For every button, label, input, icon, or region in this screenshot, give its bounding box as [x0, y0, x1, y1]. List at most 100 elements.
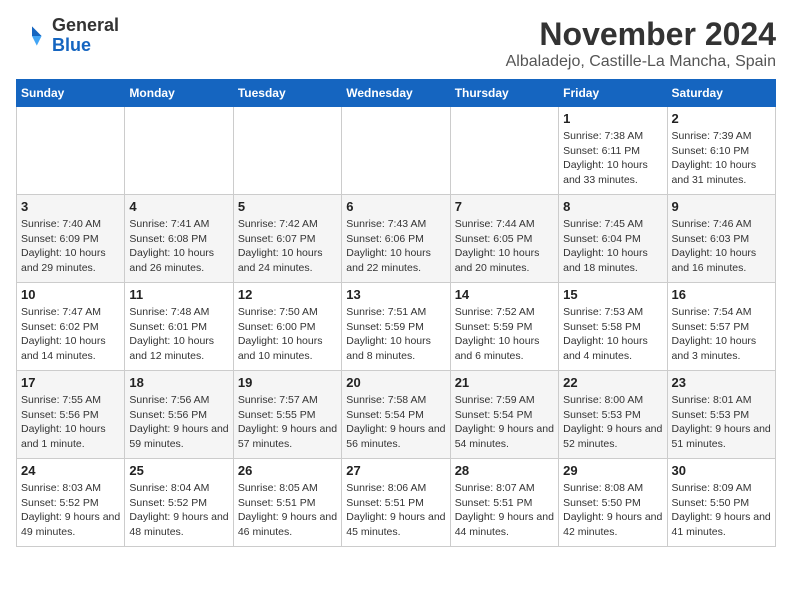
logo-text: General Blue [52, 16, 119, 56]
day-number: 15 [563, 287, 662, 302]
day-number: 26 [238, 463, 337, 478]
calendar-table: SundayMondayTuesdayWednesdayThursdayFrid… [16, 79, 776, 547]
calendar-cell: 4 Sunrise: 7:41 AM Sunset: 6:08 PM Daylig… [125, 195, 233, 283]
calendar-cell: 21 Sunrise: 7:59 AM Sunset: 5:54 PM Dayli… [450, 371, 558, 459]
calendar-cell: 1 Sunrise: 7:38 AM Sunset: 6:11 PM Daylig… [559, 107, 667, 195]
day-number: 19 [238, 375, 337, 390]
day-number: 29 [563, 463, 662, 478]
day-number: 12 [238, 287, 337, 302]
day-info: Sunrise: 7:51 AM Sunset: 5:59 PM Dayligh… [346, 305, 445, 364]
day-info: Sunrise: 7:41 AM Sunset: 6:08 PM Dayligh… [129, 217, 228, 276]
calendar-cell: 12Sunrise: 7:50 AM Sunset: 6:00 PM Dayli… [233, 283, 341, 371]
calendar-cell [17, 107, 125, 195]
day-of-week-header: Tuesday [233, 80, 341, 107]
month-year: November 2024 [506, 16, 776, 53]
calendar-cell: 27 Sunrise: 8:06 AM Sunset: 5:51 PM Dayli… [342, 459, 450, 547]
day-info: Sunrise: 7:44 AM Sunset: 6:05 PM Dayligh… [455, 217, 554, 276]
day-number: 9 [672, 199, 771, 214]
day-number: 11 [129, 287, 228, 302]
day-number: 28 [455, 463, 554, 478]
day-number: 18 [129, 375, 228, 390]
calendar-cell: 15 Sunrise: 7:53 AM Sunset: 5:58 PM Dayli… [559, 283, 667, 371]
title-block: November 2024 Albaladejo, Castille-La Ma… [506, 16, 776, 71]
day-info: Sunrise: 7:38 AM Sunset: 6:11 PM Dayligh… [563, 129, 662, 188]
calendar-cell: 23 Sunrise: 8:01 AM Sunset: 5:53 PM Dayli… [667, 371, 775, 459]
day-number: 4 [129, 199, 228, 214]
day-info: Sunrise: 8:06 AM Sunset: 5:51 PM Dayligh… [346, 481, 445, 540]
day-number: 6 [346, 199, 445, 214]
day-number: 21 [455, 375, 554, 390]
logo-icon [16, 20, 48, 52]
day-info: Sunrise: 7:58 AM Sunset: 5:54 PM Dayligh… [346, 393, 445, 452]
calendar-cell: 13 Sunrise: 7:51 AM Sunset: 5:59 PM Dayli… [342, 283, 450, 371]
day-info: Sunrise: 7:54 AM Sunset: 5:57 PM Dayligh… [672, 305, 771, 364]
calendar-cell: 26Sunrise: 8:05 AM Sunset: 5:51 PM Dayli… [233, 459, 341, 547]
day-info: Sunrise: 7:55 AM Sunset: 5:56 PM Dayligh… [21, 393, 120, 452]
day-info: Sunrise: 8:04 AM Sunset: 5:52 PM Dayligh… [129, 481, 228, 540]
calendar-cell: 5 Sunrise: 7:42 AM Sunset: 6:07 PM Daylig… [233, 195, 341, 283]
day-number: 14 [455, 287, 554, 302]
calendar-cell [125, 107, 233, 195]
calendar-cell: 28 Sunrise: 8:07 AM Sunset: 5:51 PM Dayli… [450, 459, 558, 547]
calendar-header-row: SundayMondayTuesdayWednesdayThursdayFrid… [17, 80, 776, 107]
day-number: 23 [672, 375, 771, 390]
calendar-cell: 16 Sunrise: 7:54 AM Sunset: 5:57 PM Dayli… [667, 283, 775, 371]
day-info: Sunrise: 8:01 AM Sunset: 5:53 PM Dayligh… [672, 393, 771, 452]
day-info: Sunrise: 7:45 AM Sunset: 6:04 PM Dayligh… [563, 217, 662, 276]
day-info: Sunrise: 8:03 AM Sunset: 5:52 PM Dayligh… [21, 481, 120, 540]
day-info: Sunrise: 7:46 AM Sunset: 6:03 PM Dayligh… [672, 217, 771, 276]
calendar-cell: 24 Sunrise: 8:03 AM Sunset: 5:52 PM Dayli… [17, 459, 125, 547]
calendar-cell: 22 Sunrise: 8:00 AM Sunset: 5:53 PM Dayli… [559, 371, 667, 459]
calendar-cell: 20 Sunrise: 7:58 AM Sunset: 5:54 PM Dayli… [342, 371, 450, 459]
calendar-cell: 7Sunrise: 7:44 AM Sunset: 6:05 PM Daylig… [450, 195, 558, 283]
day-info: Sunrise: 8:07 AM Sunset: 5:51 PM Dayligh… [455, 481, 554, 540]
calendar-cell: 18 Sunrise: 7:56 AM Sunset: 5:56 PM Dayli… [125, 371, 233, 459]
day-number: 25 [129, 463, 228, 478]
day-number: 24 [21, 463, 120, 478]
day-number: 16 [672, 287, 771, 302]
day-info: Sunrise: 7:47 AM Sunset: 6:02 PM Dayligh… [21, 305, 120, 364]
logo: General Blue [16, 16, 119, 56]
calendar-cell: 10Sunrise: 7:47 AM Sunset: 6:02 PM Dayli… [17, 283, 125, 371]
day-number: 20 [346, 375, 445, 390]
calendar-cell [233, 107, 341, 195]
day-info: Sunrise: 7:57 AM Sunset: 5:55 PM Dayligh… [238, 393, 337, 452]
calendar-cell: 30Sunrise: 8:09 AM Sunset: 5:50 PM Dayli… [667, 459, 775, 547]
day-info: Sunrise: 7:56 AM Sunset: 5:56 PM Dayligh… [129, 393, 228, 452]
day-number: 1 [563, 111, 662, 126]
calendar-cell: 14 Sunrise: 7:52 AM Sunset: 5:59 PM Dayli… [450, 283, 558, 371]
day-info: Sunrise: 7:53 AM Sunset: 5:58 PM Dayligh… [563, 305, 662, 364]
day-number: 17 [21, 375, 120, 390]
calendar-cell: 29 Sunrise: 8:08 AM Sunset: 5:50 PM Dayli… [559, 459, 667, 547]
calendar-cell: 19 Sunrise: 7:57 AM Sunset: 5:55 PM Dayli… [233, 371, 341, 459]
day-number: 3 [21, 199, 120, 214]
calendar-week-row: 1 Sunrise: 7:38 AM Sunset: 6:11 PM Daylig… [17, 107, 776, 195]
day-info: Sunrise: 8:08 AM Sunset: 5:50 PM Dayligh… [563, 481, 662, 540]
day-info: Sunrise: 7:48 AM Sunset: 6:01 PM Dayligh… [129, 305, 228, 364]
day-number: 8 [563, 199, 662, 214]
day-info: Sunrise: 7:52 AM Sunset: 5:59 PM Dayligh… [455, 305, 554, 364]
day-info: Sunrise: 8:00 AM Sunset: 5:53 PM Dayligh… [563, 393, 662, 452]
calendar-cell: 17 Sunrise: 7:55 AM Sunset: 5:56 PM Dayli… [17, 371, 125, 459]
page-header: General Blue November 2024 Albaladejo, C… [16, 16, 776, 71]
calendar-cell: 3Sunrise: 7:40 AM Sunset: 6:09 PM Daylig… [17, 195, 125, 283]
calendar-week-row: 10Sunrise: 7:47 AM Sunset: 6:02 PM Dayli… [17, 283, 776, 371]
day-of-week-header: Sunday [17, 80, 125, 107]
calendar-week-row: 24 Sunrise: 8:03 AM Sunset: 5:52 PM Dayli… [17, 459, 776, 547]
calendar-cell: 25 Sunrise: 8:04 AM Sunset: 5:52 PM Dayli… [125, 459, 233, 547]
day-number: 2 [672, 111, 771, 126]
day-number: 27 [346, 463, 445, 478]
calendar-cell: 8 Sunrise: 7:45 AM Sunset: 6:04 PM Daylig… [559, 195, 667, 283]
calendar-cell: 9 Sunrise: 7:46 AM Sunset: 6:03 PM Daylig… [667, 195, 775, 283]
calendar-cell: 2 Sunrise: 7:39 AM Sunset: 6:10 PM Daylig… [667, 107, 775, 195]
day-info: Sunrise: 7:39 AM Sunset: 6:10 PM Dayligh… [672, 129, 771, 188]
calendar-week-row: 3Sunrise: 7:40 AM Sunset: 6:09 PM Daylig… [17, 195, 776, 283]
calendar-week-row: 17 Sunrise: 7:55 AM Sunset: 5:56 PM Dayli… [17, 371, 776, 459]
day-number: 13 [346, 287, 445, 302]
day-info: Sunrise: 7:59 AM Sunset: 5:54 PM Dayligh… [455, 393, 554, 452]
day-number: 5 [238, 199, 337, 214]
day-number: 22 [563, 375, 662, 390]
day-info: Sunrise: 8:09 AM Sunset: 5:50 PM Dayligh… [672, 481, 771, 540]
day-of-week-header: Saturday [667, 80, 775, 107]
day-info: Sunrise: 7:42 AM Sunset: 6:07 PM Dayligh… [238, 217, 337, 276]
